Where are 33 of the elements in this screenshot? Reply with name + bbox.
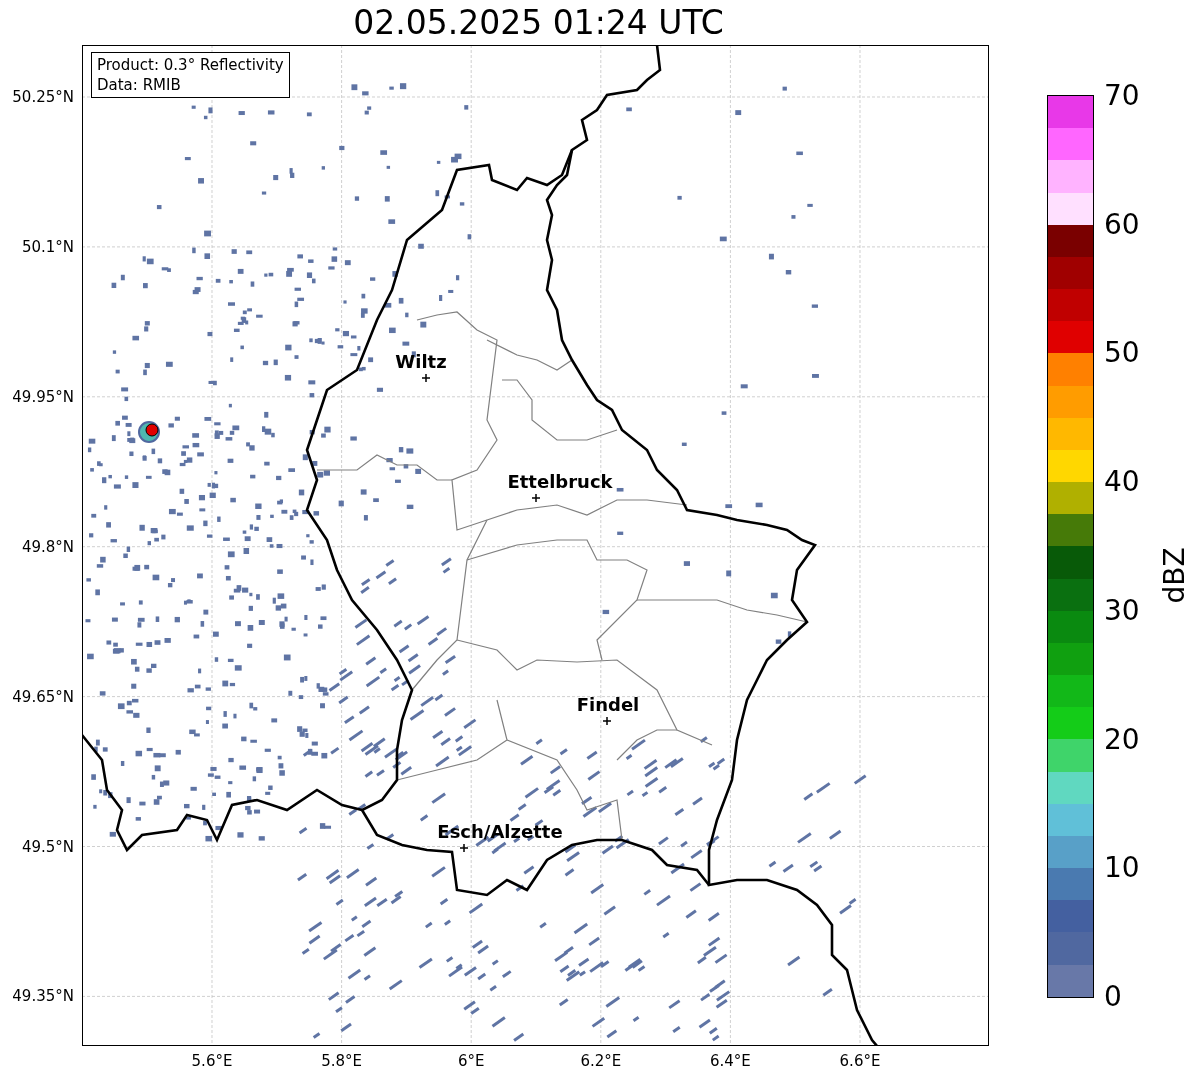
city-label: Wiltz bbox=[395, 351, 447, 372]
colorbar-tick-label: 50 bbox=[1104, 335, 1140, 369]
city-marker-icon bbox=[531, 493, 541, 503]
radar-site-icon bbox=[138, 421, 160, 443]
colorbar-tick-label: 40 bbox=[1104, 464, 1140, 498]
longitude-tick-label: 6°E bbox=[457, 1052, 485, 1070]
colorbar-tick-label: 20 bbox=[1104, 722, 1140, 756]
plot-title: 02.05.2025 01:24 UTC bbox=[353, 3, 724, 42]
city-label: Findel bbox=[576, 694, 640, 715]
longitude-tick-label: 5.6°E bbox=[191, 1052, 233, 1070]
longitude-tick-label: 6.2°E bbox=[580, 1052, 622, 1070]
latitude-tick-label: 50.1°N bbox=[21, 237, 74, 256]
city-label: Ettelbruck bbox=[507, 471, 613, 492]
latitude-tick-label: 49.65°N bbox=[12, 687, 74, 706]
colorbar-tick-label: 0 bbox=[1104, 979, 1122, 1013]
latitude-tick-label: 49.95°N bbox=[12, 387, 74, 406]
colorbar-tick-label: 70 bbox=[1104, 78, 1140, 112]
latitude-tick-label: 49.35°N bbox=[12, 987, 74, 1006]
longitude-tick-label: 6.6°E bbox=[839, 1052, 881, 1070]
colorbar-label: dBZ bbox=[1157, 546, 1184, 604]
info-text: Data: RMIB bbox=[97, 75, 182, 95]
city-marker-icon bbox=[459, 843, 469, 853]
longitude-tick-label: 5.8°E bbox=[321, 1052, 362, 1070]
info-text: Product: 0.3° Reflectivity bbox=[97, 55, 284, 75]
city-marker-icon bbox=[602, 716, 612, 726]
longitude-tick-label: 6.4°E bbox=[709, 1052, 751, 1070]
colorbar-tick-label: 10 bbox=[1104, 850, 1140, 884]
latitude-tick-label: 49.5°N bbox=[21, 837, 74, 856]
city-marker-icon bbox=[421, 373, 431, 383]
colorbar-tick-label: 30 bbox=[1104, 593, 1140, 627]
latitude-tick-label: 50.25°N bbox=[12, 88, 74, 106]
colorbar-tick-label: 60 bbox=[1104, 207, 1140, 241]
latitude-tick-label: 49.8°N bbox=[21, 537, 74, 556]
